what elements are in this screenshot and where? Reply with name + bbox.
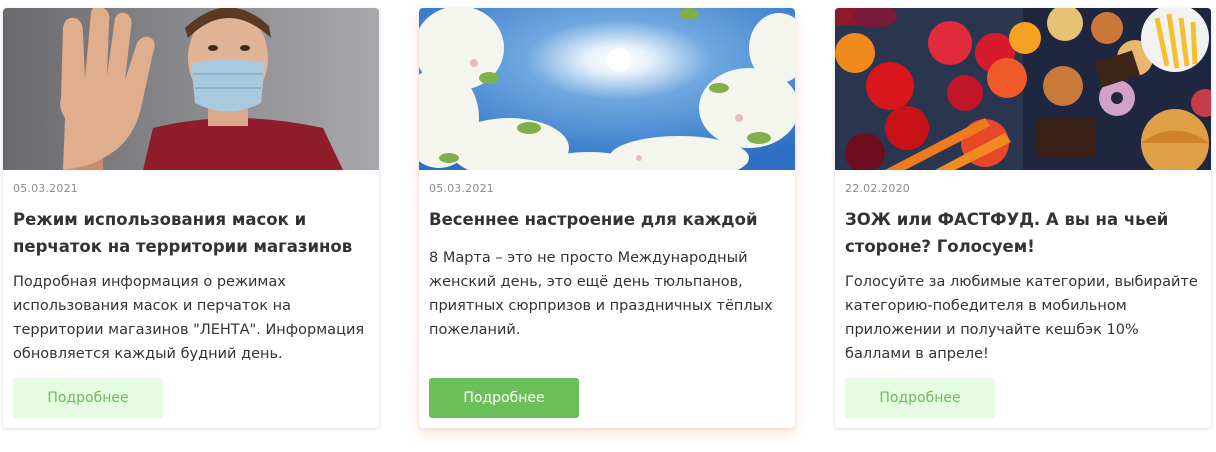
spring-blossom-image[interactable] xyxy=(419,8,795,170)
more-button[interactable]: Подробнее xyxy=(845,378,995,418)
more-button[interactable]: Подробнее xyxy=(13,378,163,418)
news-date: 05.03.2021 xyxy=(13,182,78,195)
news-title[interactable]: Режим использования масок и перчаток на … xyxy=(13,206,369,260)
man-in-mask-image[interactable] xyxy=(3,8,379,170)
news-date: 22.02.2020 xyxy=(845,182,910,195)
news-card-spring[interactable]: 05.03.2021 Весеннее настроение для каждо… xyxy=(419,8,795,428)
more-button[interactable]: Подробнее xyxy=(429,378,579,418)
news-card-masks[interactable]: 05.03.2021 Режим использования масок и п… xyxy=(3,8,379,428)
healthy-vs-fastfood-image[interactable] xyxy=(835,8,1211,170)
news-cards-row: 05.03.2021 Режим использования масок и п… xyxy=(0,0,1216,452)
news-title[interactable]: Весеннее настроение для каждой xyxy=(429,206,785,233)
news-description: Голосуйте за любимые категории, выбирайт… xyxy=(845,274,1198,362)
news-description: 8 Марта – это не просто Международный же… xyxy=(429,250,773,338)
news-date: 05.03.2021 xyxy=(429,182,494,195)
news-card-zozh-fastfood[interactable]: 22.02.2020 ЗОЖ или ФАСТФУД. А вы на чьей… xyxy=(835,8,1211,428)
news-title[interactable]: ЗОЖ или ФАСТФУД. А вы на чьей стороне? Г… xyxy=(845,206,1201,260)
news-description: Подробная информация о режимах использов… xyxy=(13,274,365,362)
